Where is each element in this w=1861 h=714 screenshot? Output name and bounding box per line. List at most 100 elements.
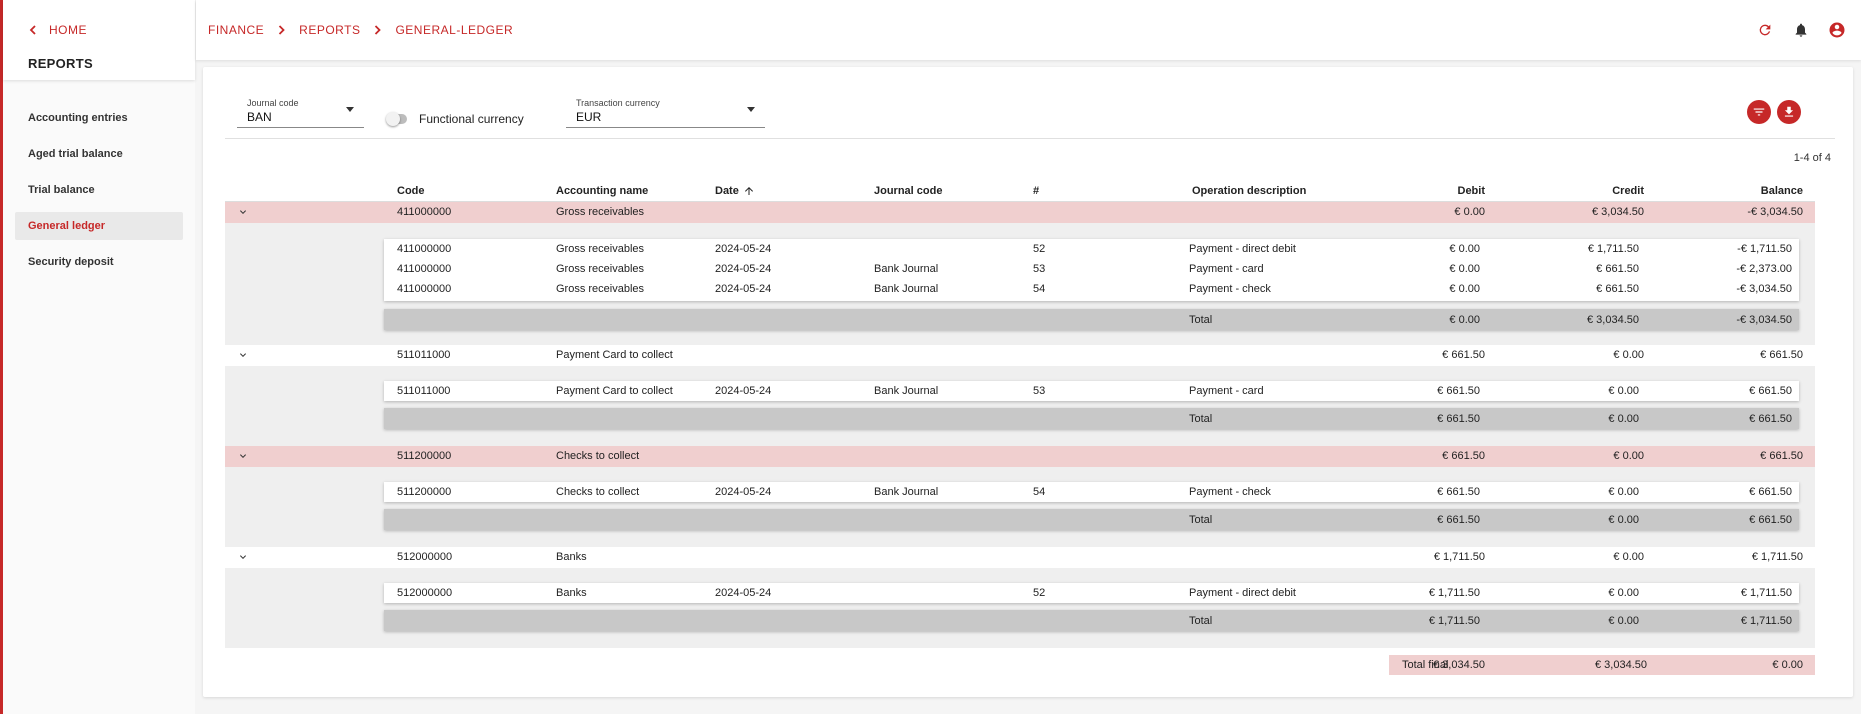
cell-number: 53 xyxy=(1033,385,1046,397)
refresh-icon[interactable] xyxy=(1747,18,1783,42)
general-ledger-table: Code Accounting name Date Journal code #… xyxy=(225,182,1815,682)
cell-balance: € 661.50 xyxy=(1749,385,1792,397)
total-label: Total xyxy=(1189,514,1213,526)
column-header-credit[interactable]: Credit xyxy=(1520,185,1644,197)
total-balance: € 661.50 xyxy=(1749,413,1792,425)
cell-balance: € 661.50 xyxy=(1749,486,1792,498)
group-name: Payment Card to collect xyxy=(556,349,673,361)
cell-name: Payment Card to collect xyxy=(556,385,673,397)
detail-rows: 511200000 Checks to collect 2024-05-24 B… xyxy=(384,482,1799,502)
cell-number: 54 xyxy=(1033,486,1046,498)
pagination-count: 1-4 of 4 xyxy=(1793,152,1831,164)
table-row[interactable]: 511200000 Checks to collect 2024-05-24 B… xyxy=(384,482,1799,502)
divider xyxy=(225,138,1835,139)
filter-button[interactable] xyxy=(1747,100,1771,124)
cell-date: 2024-05-24 xyxy=(715,587,772,599)
toggle-thumb xyxy=(386,112,400,126)
chevron-down-icon[interactable] xyxy=(237,450,249,462)
cell-date: 2024-05-24 xyxy=(715,243,772,255)
cell-description: Payment - check xyxy=(1189,283,1271,295)
cell-balance: -€ 2,373.00 xyxy=(1736,263,1792,275)
cell-code: 411000000 xyxy=(397,283,452,295)
cell-code: 512000000 xyxy=(397,587,453,599)
cell-name: Gross receivables xyxy=(556,243,645,255)
cell-description: Payment - direct debit xyxy=(1189,243,1296,255)
final-total-wrapper: Total final € 3,034.50 € 3,034.50 € 0.00 xyxy=(225,648,1815,682)
group-row[interactable]: 512000000 Banks € 1,711.50 € 0.00 € 1,71… xyxy=(225,547,1815,568)
sidebar-item-aged-trial-balance[interactable]: Aged trial balance xyxy=(15,140,183,168)
functional-currency-toggle[interactable]: Functional currency xyxy=(386,112,524,126)
chevron-right-icon xyxy=(278,25,285,35)
cell-name: Checks to collect xyxy=(556,486,640,498)
column-header-balance[interactable]: Balance xyxy=(1679,185,1803,197)
table-row[interactable]: 511011000 Payment Card to collect 2024-0… xyxy=(384,381,1799,401)
table-row[interactable]: 411000000 Gross receivables 2024-05-24 B… xyxy=(384,279,1799,299)
home-link[interactable]: HOME xyxy=(29,23,87,37)
transaction-currency-select[interactable]: Transaction currency EUR xyxy=(566,98,765,128)
table-row[interactable]: 411000000 Gross receivables 2024-05-24 B… xyxy=(384,259,1799,279)
cell-balance: -€ 3,034.50 xyxy=(1736,283,1792,295)
cell-credit: € 661.50 xyxy=(1596,283,1639,295)
journal-code-select[interactable]: Journal code BAN xyxy=(237,98,364,128)
total-row: Total € 661.50 € 0.00 € 661.50 xyxy=(384,509,1799,530)
cell-description: Payment - card xyxy=(1189,385,1264,397)
sidebar-item-accounting-entries[interactable]: Accounting entries xyxy=(15,104,183,132)
final-total-credit: € 3,034.50 xyxy=(1595,659,1647,671)
cell-journal: Bank Journal xyxy=(874,263,939,275)
group-code: 511200000 xyxy=(397,450,452,462)
column-header-journal-code[interactable]: Journal code xyxy=(874,185,942,197)
column-header-debit[interactable]: Debit xyxy=(1361,185,1486,197)
column-header-accounting-name[interactable]: Accounting name xyxy=(556,185,648,197)
sidebar-item-label: Security deposit xyxy=(28,256,114,268)
group-balance: € 661.50 xyxy=(1760,349,1803,361)
download-icon xyxy=(1784,106,1794,117)
group-detail: 511200000 Checks to collect 2024-05-24 B… xyxy=(225,467,1815,547)
breadcrumb: FINANCE REPORTS GENERAL-LEDGER xyxy=(208,23,513,37)
transaction-currency-value: EUR xyxy=(576,110,602,124)
total-credit: € 0.00 xyxy=(1608,413,1639,425)
cell-code: 411000000 xyxy=(397,263,452,275)
table-row[interactable]: 411000000 Gross receivables 2024-05-24 5… xyxy=(384,239,1799,259)
sidebar-item-trial-balance[interactable]: Trial balance xyxy=(15,176,183,204)
chevron-right-icon xyxy=(374,25,382,35)
table-row[interactable]: 512000000 Banks 2024-05-24 52 Payment - … xyxy=(384,583,1799,603)
bell-icon[interactable] xyxy=(1783,18,1819,42)
total-row: Total € 661.50 € 0.00 € 661.50 xyxy=(384,408,1799,429)
breadcrumb-reports[interactable]: REPORTS xyxy=(299,23,360,37)
column-header-date[interactable]: Date xyxy=(715,185,755,197)
group-name: Banks xyxy=(556,551,587,563)
breadcrumb-finance[interactable]: FINANCE xyxy=(208,23,264,37)
group-name: Gross receivables xyxy=(556,206,645,218)
final-total-debit: € 3,034.50 xyxy=(1433,659,1485,671)
sidebar-item-security-deposit[interactable]: Security deposit xyxy=(15,248,183,276)
cell-code: 511011000 xyxy=(397,385,451,397)
total-label: Total xyxy=(1189,413,1213,425)
total-label: Total xyxy=(1189,314,1213,326)
group-detail: 512000000 Banks 2024-05-24 52 Payment - … xyxy=(225,568,1815,648)
account-icon[interactable] xyxy=(1819,18,1855,42)
cell-number: 52 xyxy=(1033,243,1046,255)
total-debit: € 1,711.50 xyxy=(1428,615,1480,627)
sidebar-item-label: Aged trial balance xyxy=(28,148,123,160)
column-header-operation-description[interactable]: Operation description xyxy=(1192,185,1306,197)
group-row[interactable]: 511200000 Checks to collect € 661.50 € 0… xyxy=(225,446,1815,467)
chevron-down-icon[interactable] xyxy=(237,349,249,361)
cell-name: Gross receivables xyxy=(556,263,645,275)
cell-debit: € 661.50 xyxy=(1437,486,1480,498)
cell-date: 2024-05-24 xyxy=(715,283,772,295)
sidebar-item-general-ledger[interactable]: General ledger xyxy=(15,212,183,240)
total-credit: € 0.00 xyxy=(1608,514,1639,526)
final-total-row: Total final € 3,034.50 € 3,034.50 € 0.00 xyxy=(1389,655,1815,675)
cell-date: 2024-05-24 xyxy=(715,486,772,498)
column-header-number[interactable]: # xyxy=(1033,185,1039,197)
download-button[interactable] xyxy=(1777,100,1801,124)
group-row[interactable]: 511011000 Payment Card to collect € 661.… xyxy=(225,345,1815,366)
chevron-down-icon[interactable] xyxy=(237,206,249,218)
chevron-down-icon[interactable] xyxy=(237,551,249,563)
group-row[interactable]: 411000000 Gross receivables € 0.00 € 3,0… xyxy=(225,202,1815,223)
total-debit: € 661.50 xyxy=(1437,514,1480,526)
dropdown-arrow-icon xyxy=(346,107,354,112)
sidebar-item-label: General ledger xyxy=(28,220,106,232)
cell-journal: Bank Journal xyxy=(874,283,939,295)
column-header-code[interactable]: Code xyxy=(397,185,425,197)
